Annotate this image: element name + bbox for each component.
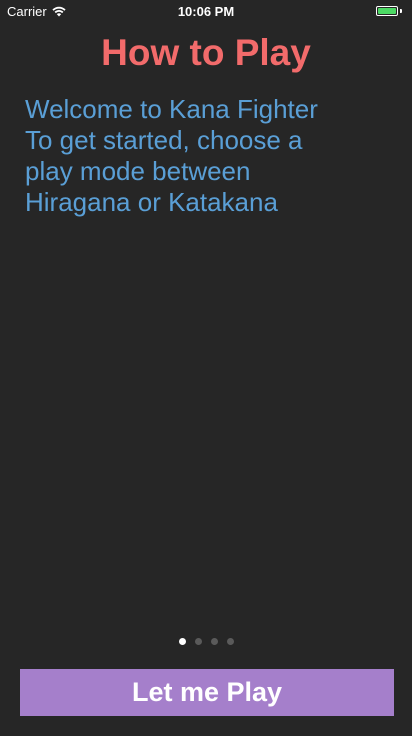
- instructions-line: play mode between: [25, 156, 251, 186]
- instructions-line: Hiragana or Katakana: [25, 187, 278, 217]
- battery-level-fill: [378, 8, 396, 14]
- status-time: 10:06 PM: [177, 4, 235, 19]
- instructions-line: Welcome to Kana Fighter: [25, 94, 318, 124]
- battery-charging-icon: [376, 6, 402, 16]
- page-dot-active[interactable]: [178, 638, 186, 645]
- battery-tip: [400, 9, 402, 13]
- how-to-play-screen: Carrier 10:06 PM How to Play Welcome to …: [0, 0, 412, 736]
- battery-body: [376, 6, 398, 16]
- status-bar: Carrier 10:06 PM: [0, 0, 412, 22]
- page-dot[interactable]: [194, 638, 202, 645]
- instructions-text: Welcome to Kana Fighter To get started, …: [25, 94, 395, 218]
- page-dot[interactable]: [210, 638, 218, 645]
- instructions-line: To get started, choose a: [25, 125, 303, 155]
- let-me-play-button[interactable]: Let me Play: [20, 669, 394, 716]
- page-dot[interactable]: [226, 638, 234, 645]
- page-control[interactable]: [0, 638, 412, 645]
- page-title: How to Play: [101, 32, 311, 73]
